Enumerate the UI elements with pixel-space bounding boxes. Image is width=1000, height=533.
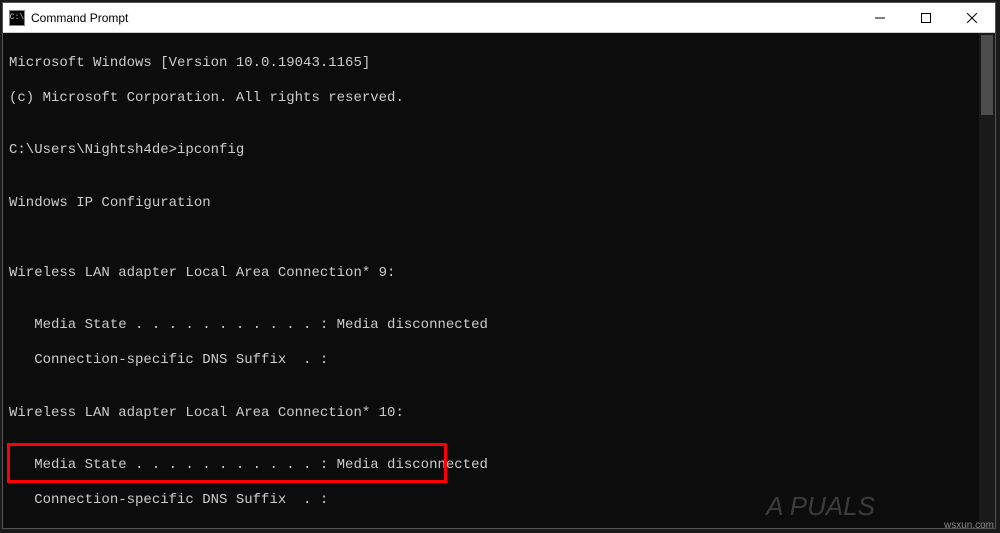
titlebar-left: C:\ Command Prompt xyxy=(3,10,128,26)
scrollbar[interactable] xyxy=(979,33,995,528)
scrollbar-thumb[interactable] xyxy=(981,35,993,115)
minimize-button[interactable] xyxy=(857,3,903,32)
prompt-line: C:\Users\Nightsh4de>ipconfig xyxy=(9,142,989,160)
window-controls xyxy=(857,3,995,32)
adapter-heading: Wireless LAN adapter Local Area Connecti… xyxy=(9,265,989,283)
close-button[interactable] xyxy=(949,3,995,32)
maximize-button[interactable] xyxy=(903,3,949,32)
adapter-heading: Wireless LAN adapter Local Area Connecti… xyxy=(9,405,989,423)
dns-suffix: Connection-specific DNS Suffix . : xyxy=(9,352,989,370)
media-state: Media State . . . . . . . . . . . : Medi… xyxy=(9,317,989,335)
version-line: Microsoft Windows [Version 10.0.19043.11… xyxy=(9,55,989,73)
window-title: Command Prompt xyxy=(31,11,128,25)
ipconfig-title: Windows IP Configuration xyxy=(9,195,989,213)
watermark: A PUALS xyxy=(766,491,875,522)
source-footer: wsxun.com xyxy=(944,520,994,531)
media-state: Media State . . . . . . . . . . . : Medi… xyxy=(9,457,989,475)
cmd-icon: C:\ xyxy=(9,10,25,26)
copyright-line: (c) Microsoft Corporation. All rights re… xyxy=(9,90,989,108)
terminal-output[interactable]: Microsoft Windows [Version 10.0.19043.11… xyxy=(3,33,995,528)
titlebar[interactable]: C:\ Command Prompt xyxy=(3,3,995,33)
command-prompt-window: C:\ Command Prompt Microsoft Windows [Ve… xyxy=(2,2,996,529)
